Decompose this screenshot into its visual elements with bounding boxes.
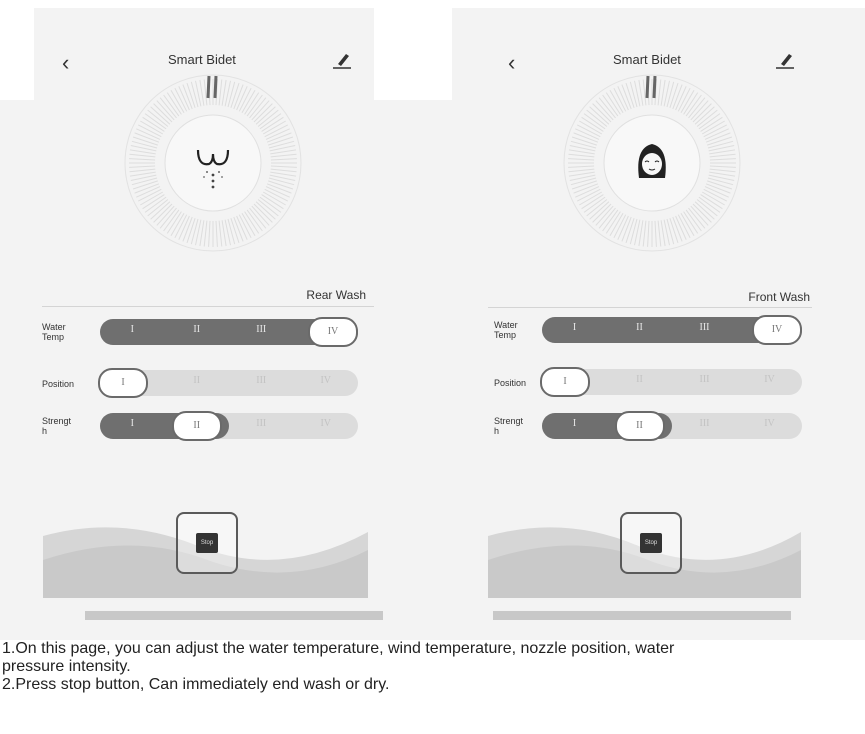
level-slider[interactable]: I II III IV — [542, 315, 802, 345]
scrollbar[interactable] — [493, 611, 791, 620]
slider-thumb[interactable]: IV — [752, 315, 802, 345]
app-title: Smart Bidet — [168, 52, 236, 67]
instructions: 1.On this page, you can adjust the water… — [2, 640, 674, 694]
slider-tick[interactable]: III — [246, 324, 276, 335]
slider-thumb[interactable]: I — [98, 368, 148, 398]
wash-dial[interactable] — [118, 68, 308, 258]
edit-pen-icon[interactable] — [773, 48, 797, 70]
slider-thumb[interactable]: II — [171, 411, 222, 441]
divider — [488, 307, 812, 308]
slider-thumb[interactable]: IV — [308, 317, 358, 347]
level-slider[interactable]: I III IV II — [100, 411, 358, 441]
level-slider[interactable]: II III IV I — [540, 367, 802, 397]
slider-tick[interactable]: II — [182, 324, 212, 335]
slider-tick[interactable]: I — [117, 418, 147, 429]
slider-tick[interactable]: IV — [755, 418, 785, 429]
instruction-line: 1.On this page, you can adjust the water… — [2, 640, 675, 657]
instruction-line: 2.Press stop button, Can immediately end… — [2, 676, 390, 693]
mode-label: Rear Wash — [306, 288, 366, 302]
back-chevron-icon[interactable]: ‹ — [508, 50, 515, 76]
slider-label: Strengt h — [42, 416, 72, 436]
slider-tick[interactable]: IV — [755, 374, 785, 385]
slider-tick[interactable]: IV — [311, 375, 341, 386]
slider-tick[interactable]: I — [560, 322, 590, 333]
slider-tick[interactable]: III — [246, 418, 276, 429]
level-slider[interactable]: II III IV I — [98, 368, 358, 398]
stop-button[interactable]: Stop — [640, 533, 662, 553]
level-slider[interactable]: I III IV II — [542, 411, 802, 441]
slider-tick[interactable]: I — [560, 418, 590, 429]
app-title: Smart Bidet — [613, 52, 681, 67]
slider-tick[interactable]: III — [690, 374, 720, 385]
slider-label: Position — [42, 379, 75, 389]
stop-button-frame[interactable]: Stop — [176, 512, 238, 574]
slider-tick[interactable]: IV — [311, 418, 341, 429]
slider-label: Water Temp — [42, 322, 66, 342]
back-chevron-icon[interactable]: ‹ — [62, 50, 69, 76]
level-slider[interactable]: I II III IV — [100, 317, 358, 347]
instruction-line: pressure intensity. — [2, 658, 131, 675]
slider-label: Strengt h — [494, 416, 524, 436]
mode-label: Front Wash — [748, 290, 810, 304]
scrollbar[interactable] — [85, 611, 383, 620]
slider-tick[interactable]: III — [246, 375, 276, 386]
slider-tick[interactable]: II — [625, 374, 655, 385]
divider — [42, 306, 374, 307]
screen-rear-wash: ‹ Smart Bidet Rear Wash Stop Water Temp I… — [34, 8, 444, 638]
slider-tick[interactable]: II — [625, 322, 655, 333]
slider-thumb[interactable]: I — [540, 367, 590, 397]
slider-tick[interactable]: III — [690, 322, 720, 333]
wash-dial[interactable] — [557, 68, 747, 258]
slider-thumb[interactable]: II — [614, 411, 665, 441]
slider-tick[interactable]: III — [690, 418, 720, 429]
slider-tick[interactable]: II — [182, 375, 212, 386]
slider-tick[interactable]: I — [117, 324, 147, 335]
slider-label: Water Temp — [494, 320, 518, 340]
edit-pen-icon[interactable] — [330, 48, 354, 70]
screen-front-wash: ‹ Smart Bidet Front Wash Stop Water Temp… — [452, 8, 865, 638]
slider-label: Position — [494, 378, 527, 388]
stop-button[interactable]: Stop — [196, 533, 218, 553]
stop-button-frame[interactable]: Stop — [620, 512, 682, 574]
